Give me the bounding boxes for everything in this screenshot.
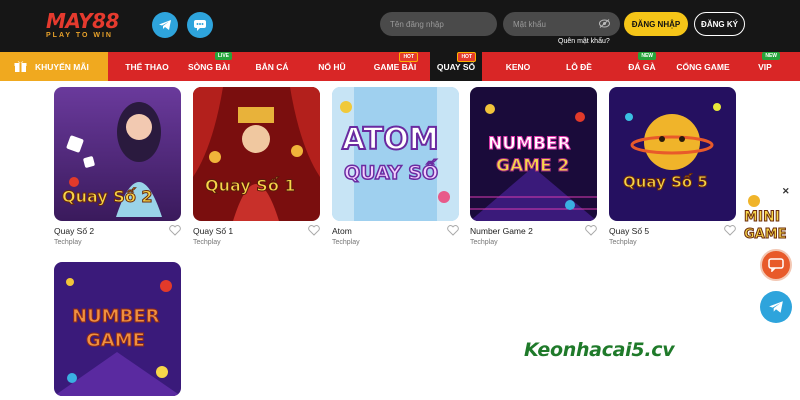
login-button[interactable]: ĐĂNG NHẬP	[624, 12, 688, 36]
nav-item-lo-de[interactable]: LÔ ĐỀ	[555, 52, 603, 81]
game-provider: Techplay	[54, 239, 82, 246]
nav-label: VIP	[758, 61, 772, 72]
art-subtitle: QUAY SỐ	[344, 158, 438, 184]
logo-text: MAY88	[46, 9, 119, 33]
nav-item-casino[interactable]: SÒNG BÀI LIVE	[180, 52, 238, 81]
game-card-quay-so-5[interactable]: Quay Số 5 Quay Số 5 Techplay	[609, 87, 736, 246]
live-chat-button[interactable]	[760, 249, 792, 281]
art-subtitle: GAME	[86, 330, 145, 351]
game-thumbnail[interactable]: Quay Số 5	[609, 87, 736, 221]
art-title: ATOM	[342, 122, 439, 157]
game-provider: Techplay	[193, 239, 221, 246]
gift-icon	[14, 61, 27, 72]
game-provider: Techplay	[332, 239, 360, 246]
nav-item-promotions[interactable]: KHUYẾN MÃI	[0, 52, 108, 81]
game-thumbnail[interactable]: Quay Số 2	[54, 87, 181, 221]
forgot-password-link[interactable]: Quên mật khẩu?	[558, 38, 610, 45]
game-thumbnail[interactable]: NUMBER GAME	[54, 262, 181, 396]
mini-game-widget[interactable]: MINI GAME	[740, 193, 796, 243]
promo-label: KHUYẾN MÃI	[35, 61, 89, 72]
nav-label: GAME BÀI	[373, 61, 417, 72]
nav-label: ĐÁ GÀ	[628, 61, 656, 72]
hot-badge: HOT	[457, 52, 476, 62]
may88-logo[interactable]: MAY88 PLAY TO WIN	[46, 11, 141, 41]
eye-off-icon[interactable]	[599, 19, 610, 28]
nav-item-cockfight[interactable]: ĐÁ GÀ NEW	[618, 52, 666, 81]
nav-item-slots[interactable]: NỔ HŨ	[306, 52, 358, 81]
game-name: Number Game 2	[470, 226, 533, 236]
watermark-text: Keonhacai5.cv	[524, 339, 675, 361]
game-card-quay-so-1[interactable]: Quay Số 1 Quay Số 1 Techplay	[193, 87, 320, 246]
telegram-icon	[159, 20, 171, 30]
game-card-number-game[interactable]: NUMBER GAME	[54, 262, 181, 396]
chat-icon	[194, 20, 206, 31]
game-card-quay-so-2[interactable]: Quay Số 2 Quay Số 2 Techplay	[54, 87, 181, 246]
nav-item-vip[interactable]: VIP NEW	[748, 52, 782, 81]
hot-badge: HOT	[399, 52, 418, 62]
telegram-icon	[769, 301, 783, 313]
nav-label: KENO	[505, 61, 531, 72]
art-subtitle: GAME 2	[496, 156, 569, 176]
game-card-atom[interactable]: ATOM QUAY SỐ Atom Techplay	[332, 87, 459, 246]
game-provider: Techplay	[470, 239, 498, 246]
game-provider: Techplay	[609, 239, 637, 246]
nav-label: QUAY SỐ	[436, 61, 476, 72]
nav-item-sports[interactable]: THỂ THAO	[118, 52, 176, 81]
top-header: MAY88 PLAY TO WIN Quên mật khẩu? ĐĂNG NH…	[0, 0, 800, 52]
art-title: NUMBER	[72, 306, 160, 327]
telegram-side-button[interactable]	[760, 291, 792, 323]
nav-item-keno[interactable]: KENO	[495, 52, 541, 81]
nav-item-fishing[interactable]: BẮN CÁ	[246, 52, 298, 81]
main-nav: KHUYẾN MÃI THỂ THAO SÒNG BÀI LIVE BẮN CÁ …	[0, 52, 800, 81]
game-name: Quay Số 2	[54, 226, 95, 236]
nav-label: THỂ THAO	[125, 61, 169, 72]
nav-label: BẮN CÁ	[255, 61, 289, 72]
nav-label: LÔ ĐỀ	[566, 61, 592, 72]
chat-button[interactable]	[187, 12, 213, 38]
telegram-button[interactable]	[152, 12, 178, 38]
game-thumbnail[interactable]: NUMBER GAME 2	[470, 87, 597, 221]
game-card-number-game-2[interactable]: NUMBER GAME 2 Number Game 2 Techplay	[470, 87, 597, 246]
username-input[interactable]	[380, 12, 497, 36]
game-name: Quay Số 5	[609, 226, 650, 236]
heart-icon[interactable]	[585, 225, 597, 236]
new-badge: NEW	[638, 52, 656, 60]
logo-tagline: PLAY TO WIN	[46, 32, 113, 39]
heart-icon[interactable]	[724, 225, 736, 236]
heart-icon[interactable]	[447, 225, 459, 236]
heart-icon[interactable]	[169, 225, 181, 236]
art-title: NUMBER	[488, 134, 571, 154]
nav-item-game-portal[interactable]: CỔNG GAME	[672, 52, 734, 81]
nav-label: CỔNG GAME	[676, 61, 730, 72]
art-title: Quay Số 2	[62, 187, 153, 206]
game-name: Atom	[332, 226, 352, 236]
nav-item-lottery[interactable]: QUAY SỐ HOT	[430, 52, 482, 81]
nav-label: SÒNG BÀI	[187, 61, 231, 72]
mini-game-line1: MINI	[744, 209, 780, 225]
chat-bubble-icon	[768, 258, 784, 272]
art-title: Quay Số 5	[623, 172, 708, 191]
game-thumbnail[interactable]: Quay Số 1	[193, 87, 320, 221]
nav-label: NỔ HŨ	[318, 61, 346, 72]
nav-item-card-games[interactable]: GAME BÀI HOT	[366, 52, 424, 81]
mini-game-line2: GAME	[744, 227, 787, 242]
game-name: Quay Số 1	[193, 226, 234, 236]
live-badge: LIVE	[214, 52, 232, 60]
heart-icon[interactable]	[308, 225, 320, 236]
art-title: Quay Số 1	[205, 176, 296, 195]
game-thumbnail[interactable]: ATOM QUAY SỐ	[332, 87, 459, 221]
new-badge: NEW	[762, 52, 780, 60]
register-button[interactable]: ĐĂNG KÝ	[694, 12, 745, 36]
